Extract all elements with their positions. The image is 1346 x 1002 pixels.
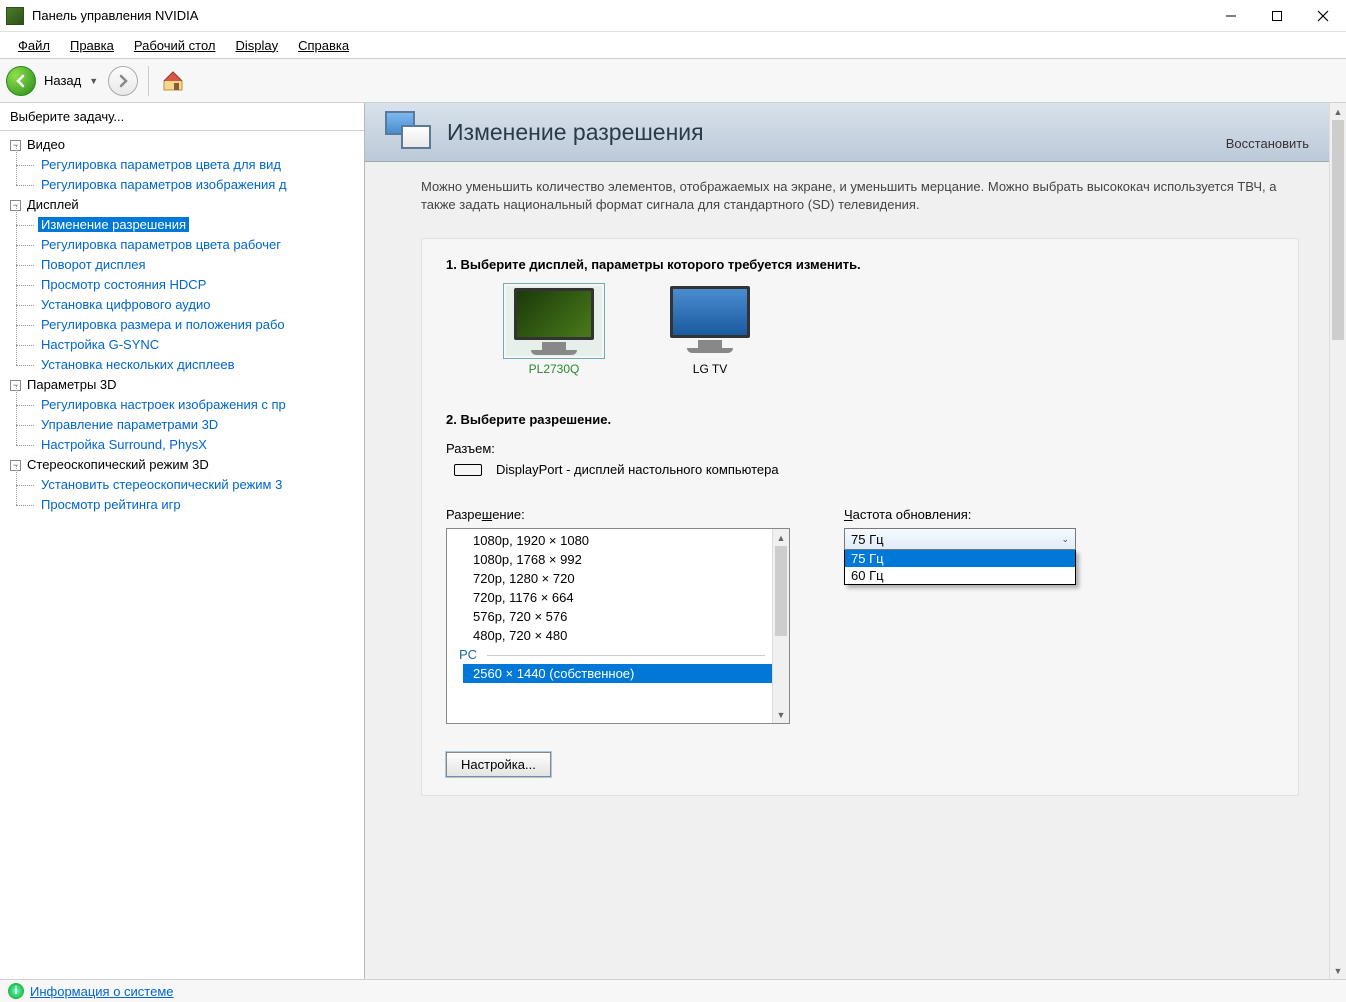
tree-item[interactable]: Изменение разрешения	[2, 215, 362, 235]
menu-display[interactable]: Display	[226, 34, 289, 57]
resolution-option-selected[interactable]: 2560 × 1440 (собственное)	[463, 664, 785, 683]
refresh-rate-dropdown: 75 Гц60 Гц	[844, 550, 1076, 585]
tree-item[interactable]: Установить стереоскопический режим 3	[2, 475, 362, 495]
step1-title: 1. Выберите дисплей, параметры которого …	[446, 257, 1274, 272]
display-item[interactable]: PL2730Q	[506, 286, 602, 376]
resolution-option[interactable]: 1080p, 1768 × 992	[467, 550, 785, 569]
maximize-button[interactable]	[1254, 1, 1300, 31]
monitor-icon	[662, 286, 758, 356]
tree-category[interactable]: −Дисплей	[2, 195, 362, 215]
display-item[interactable]: LG TV	[662, 286, 758, 376]
tree-category[interactable]: −Параметры 3D	[2, 375, 362, 395]
back-label: Назад	[44, 73, 81, 88]
home-button[interactable]	[159, 67, 187, 95]
task-tree: −ВидеоРегулировка параметров цвета для в…	[0, 131, 364, 979]
statusbar: i Информация о системе	[0, 979, 1346, 1002]
toolbar: Назад ▼	[0, 59, 1346, 103]
app-icon	[6, 7, 24, 25]
main-scrollbar[interactable]: ▲▼	[1329, 103, 1346, 979]
tree-item[interactable]: Просмотр состояния HDCP	[2, 275, 362, 295]
menu-file[interactable]: Файл	[8, 34, 60, 57]
page-description: Можно уменьшить количество элементов, от…	[421, 178, 1299, 214]
forward-button[interactable]	[108, 66, 138, 96]
resolution-option[interactable]: 576p, 720 × 576	[467, 607, 785, 626]
back-button[interactable]	[6, 66, 36, 96]
menu-help[interactable]: Справка	[288, 34, 359, 57]
toolbar-separator	[148, 66, 149, 96]
display-label: PL2730Q	[506, 362, 602, 376]
resolution-group-pc: PC	[459, 645, 785, 664]
refresh-rate-combo[interactable]: 75 Гц ⌄	[844, 528, 1076, 550]
refresh-option[interactable]: 75 Гц	[845, 550, 1075, 567]
resolution-option[interactable]: 720p, 1176 × 664	[467, 588, 785, 607]
tree-item[interactable]: Установка нескольких дисплеев	[2, 355, 362, 375]
sidebar-header: Выберите задачу...	[0, 103, 364, 131]
resolution-option[interactable]: 1080p, 1920 × 1080	[467, 531, 785, 550]
tree-item[interactable]: Регулировка параметров изображения д	[2, 175, 362, 195]
monitor-icon	[506, 286, 602, 356]
resolution-list[interactable]: 1080p, 1920 × 10801080p, 1768 × 992720p,…	[446, 528, 790, 724]
page-title: Изменение разрешения	[447, 119, 1226, 146]
main-panel: Изменение разрешения Восстановить Можно …	[365, 103, 1346, 979]
refresh-rate-label: Частота обновления:	[844, 507, 971, 522]
step2-title: 2. Выберите разрешение.	[446, 412, 1274, 427]
tree-item[interactable]: Регулировка параметров цвета рабочег	[2, 235, 362, 255]
refresh-rate-value: 75 Гц	[851, 532, 884, 547]
window-title: Панель управления NVIDIA	[32, 8, 1208, 23]
system-info-link[interactable]: Информация о системе	[30, 984, 174, 999]
chevron-down-icon: ⌄	[1061, 534, 1069, 545]
menu-desktop[interactable]: Рабочий стол	[124, 34, 226, 57]
tree-item[interactable]: Поворот дисплея	[2, 255, 362, 275]
back-dropdown-icon[interactable]: ▼	[89, 76, 98, 86]
tree-item[interactable]: Настройка Surround, PhysX	[2, 435, 362, 455]
page-header: Изменение разрешения Восстановить	[365, 103, 1329, 162]
displayport-icon	[454, 464, 482, 476]
info-icon: i	[8, 983, 24, 999]
close-button[interactable]	[1300, 1, 1346, 31]
display-label: LG TV	[662, 362, 758, 376]
tree-item[interactable]: Регулировка настроек изображения с пр	[2, 395, 362, 415]
connector-value: DisplayPort - дисплей настольного компью…	[496, 462, 779, 477]
page-header-icon	[385, 111, 433, 153]
connector-label: Разъем:	[446, 441, 1274, 456]
tree-item[interactable]: Настройка G-SYNC	[2, 335, 362, 355]
tree-category[interactable]: −Стереоскопический режим 3D	[2, 455, 362, 475]
sidebar: Выберите задачу... −ВидеоРегулировка пар…	[0, 103, 365, 979]
minimize-button[interactable]	[1208, 1, 1254, 31]
resolution-scrollbar[interactable]: ▲▼	[772, 529, 789, 723]
menubar: Файл Правка Рабочий стол Display Справка	[0, 32, 1346, 59]
tree-item[interactable]: Установка цифрового аудио	[2, 295, 362, 315]
menu-edit[interactable]: Правка	[60, 34, 124, 57]
resolution-option[interactable]: 480p, 720 × 480	[467, 626, 785, 645]
tree-category[interactable]: −Видео	[2, 135, 362, 155]
tree-item[interactable]: Просмотр рейтинга игр	[2, 495, 362, 515]
tree-item[interactable]: Управление параметрами 3D	[2, 415, 362, 435]
tree-item[interactable]: Регулировка параметров цвета для вид	[2, 155, 362, 175]
resolution-label: Разрешение:	[446, 507, 525, 522]
resolution-option[interactable]: 720p, 1280 × 720	[467, 569, 785, 588]
restore-link[interactable]: Восстановить	[1226, 136, 1309, 151]
configure-button[interactable]: Настройка...	[446, 752, 551, 777]
tree-item[interactable]: Регулировка размера и положения рабо	[2, 315, 362, 335]
refresh-option[interactable]: 60 Гц	[845, 567, 1075, 584]
titlebar: Панель управления NVIDIA	[0, 0, 1346, 32]
